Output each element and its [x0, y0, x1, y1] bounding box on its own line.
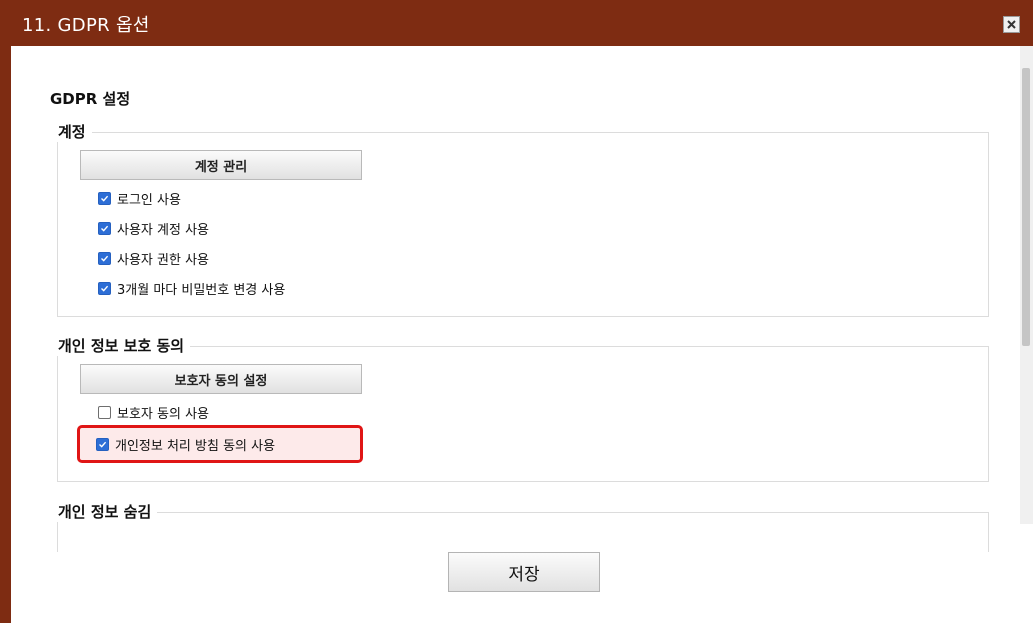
account-manage-button[interactable]: 계정 관리	[80, 150, 362, 180]
account-group: 계정 계정 관리 로그인 사용 사용자 계정 사용 사용자 권한 사용 3개월 …	[54, 121, 989, 317]
section-title: GDPR 설정	[50, 90, 131, 108]
checkmark-icon	[101, 285, 109, 292]
dialog-title: 11. GDPR 옵션	[22, 15, 150, 36]
dialog-title-bar: 11. GDPR 옵션	[0, 0, 1033, 46]
option-user-account[interactable]: 사용자 계정 사용	[98, 219, 209, 238]
option-user-account-label: 사용자 계정 사용	[117, 222, 209, 238]
checkmark-icon	[101, 195, 109, 202]
option-guardian-consent-label: 보호자 동의 사용	[117, 406, 209, 422]
hide-group-legend: 개인 정보 숨김	[54, 501, 158, 522]
option-user-permission-label: 사용자 권한 사용	[117, 252, 209, 268]
option-login[interactable]: 로그인 사용	[98, 189, 181, 208]
save-button[interactable]: 저장	[448, 552, 600, 592]
checkmark-icon	[101, 255, 109, 262]
guardian-consent-settings-button[interactable]: 보호자 동의 설정	[80, 364, 362, 394]
privacy-group-legend: 개인 정보 보호 동의	[54, 335, 191, 356]
close-button[interactable]	[1003, 16, 1020, 33]
account-group-legend: 계정	[54, 121, 92, 142]
option-password-change[interactable]: 3개월 마다 비밀번호 변경 사용	[98, 279, 286, 298]
checkbox-user-account[interactable]	[98, 221, 111, 235]
close-icon	[1007, 20, 1016, 29]
checkmark-icon	[101, 225, 109, 232]
scrollbar-thumb[interactable]	[1022, 68, 1030, 346]
checkbox-user-permission[interactable]	[98, 251, 111, 265]
checkbox-password-change[interactable]	[98, 281, 111, 295]
vertical-scrollbar[interactable]	[1020, 46, 1033, 524]
checkbox-privacy-policy-consent[interactable]	[96, 437, 109, 451]
checkbox-guardian-consent[interactable]	[98, 405, 111, 419]
option-user-permission[interactable]: 사용자 권한 사용	[98, 249, 209, 268]
checkbox-login[interactable]	[98, 191, 111, 205]
option-privacy-policy-consent-label: 개인정보 처리 방침 동의 사용	[115, 438, 276, 454]
option-guardian-consent[interactable]: 보호자 동의 사용	[98, 403, 209, 422]
privacy-hide-group: 개인 정보 숨김	[54, 501, 989, 552]
checkmark-icon	[99, 441, 107, 448]
window-left-border	[0, 46, 11, 623]
option-login-label: 로그인 사용	[117, 192, 181, 208]
option-password-change-label: 3개월 마다 비밀번호 변경 사용	[117, 282, 286, 298]
option-privacy-policy-consent[interactable]: 개인정보 처리 방침 동의 사용	[96, 435, 276, 454]
